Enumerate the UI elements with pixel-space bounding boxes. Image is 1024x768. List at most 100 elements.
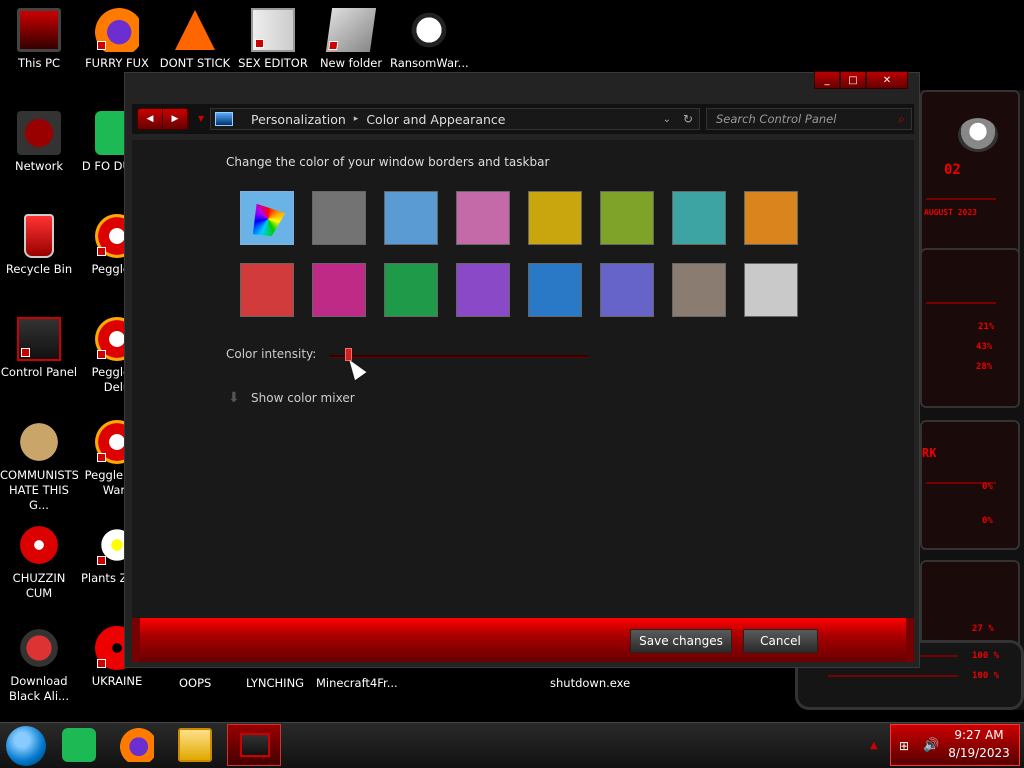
back-button[interactable]: ◀ [138,109,163,129]
icon-label: SEX EDITOR [238,56,308,70]
icon-label: Control Panel [0,365,78,379]
gadget-label: RK [922,446,937,460]
recent-pages-chevron-icon[interactable]: ▼ [198,114,204,123]
gadget-stat: 43% [976,342,993,352]
chevron-down-icon[interactable]: ⌄ [663,114,671,125]
desktop-icon-chuzzin[interactable]: CHUZZIN CUM [0,523,78,601]
taskbar-control-panel-button[interactable] [227,724,281,766]
color-swatch-teal[interactable] [672,191,726,245]
alienware-gadget: 02 AUGUST 2023 21% 43% 28% RK 0% 0% 27 % [918,90,1024,710]
icon-label: Download Black Ali... [9,674,69,703]
color-swatch-violet[interactable] [456,263,510,317]
icon-label: RansomWar... [390,56,468,70]
computer-icon [17,8,61,52]
icon-label: CHUZZIN CUM [12,571,66,600]
clock-time[interactable]: 9:27 AM [940,728,1018,742]
gadget-stat: 0% [982,516,993,526]
expand-arrow-icon: ⬇ [228,390,240,406]
color-swatch-red[interactable] [240,263,294,317]
breadcrumb-personalization[interactable]: Personalization [251,112,346,127]
volume-icon[interactable]: 🔊 [923,738,939,753]
gadget-day: 02 [944,162,961,178]
gadget-stat: 100 % [972,671,1000,681]
desktop-icon-recycle-bin[interactable]: Recycle Bin [0,214,78,277]
desktop-icon-this-pc[interactable]: This PC [0,8,78,71]
hex-editor-icon [251,8,295,52]
color-swatch-sky[interactable] [384,191,438,245]
desktop-icon-shutdown[interactable]: shutdown.exe [550,676,630,690]
clock-date[interactable]: 8/19/2023 [940,746,1018,760]
cancel-button[interactable]: Cancel [743,629,818,653]
recycle-bin-icon [17,214,61,258]
color-swatch-automatic[interactable] [240,191,294,245]
show-hidden-icons-icon[interactable]: ▲ [870,740,878,751]
color-swatch-green[interactable] [384,263,438,317]
desktop-icon-control-panel[interactable]: Control Panel [0,317,78,380]
network-tray-icon[interactable]: ⊞ [899,739,909,753]
show-color-mixer-toggle[interactable]: ⬇ Show color mixer [228,391,355,405]
desktop-icon-oops[interactable]: OOPS [179,676,211,690]
breadcrumb-separator-icon[interactable]: ▸ [354,114,359,124]
desktop-icon-download-black-ali[interactable]: Download Black Ali... [0,626,78,704]
forward-button[interactable]: ▶ [163,109,188,129]
desktop-icon-furry-fux[interactable]: FURRY FUX [78,8,156,71]
color-swatch-orange[interactable] [744,191,798,245]
refresh-icon[interactable]: ↻ [683,112,693,126]
desktop-icon-ransomware[interactable]: RansomWar... [390,8,468,71]
color-swatch-gold[interactable] [528,191,582,245]
color-swatch-gray[interactable] [312,191,366,245]
desktop-icon-communists[interactable]: COMMUNISTS HATE THIS G... [0,420,78,513]
minimize-button[interactable]: _ [814,71,840,89]
taskbar-app-green-icon[interactable] [62,728,96,762]
control-panel-icon [215,112,233,126]
desktop-icon-sex-editor[interactable]: SEX EDITOR [234,8,312,71]
color-swatch-taupe[interactable] [672,263,726,317]
breadcrumb-color-appearance[interactable]: Color and Appearance [366,112,505,127]
gadget-month: AUGUST 2023 [924,208,977,217]
icon-label: COMMUNISTS HATE THIS G... [0,468,78,512]
save-changes-button[interactable]: Save changes [630,629,732,653]
icon-label: DONT STICK [159,56,231,70]
color-swatch-silver[interactable] [744,263,798,317]
control-panel-icon [17,317,61,361]
gadget-stat: 21% [978,322,995,332]
gadget-stat: 27 % [972,624,994,634]
alien-head-icon [958,118,998,152]
network-icon [17,111,61,155]
color-swatch-magenta[interactable] [312,263,366,317]
icon-label: FURRY FUX [85,56,149,70]
window-controls: _ □ ✕ [814,71,908,89]
color-swatch-periwinkle[interactable] [600,263,654,317]
address-bar[interactable]: Personalization ▸ Color and Appearance ⌄… [210,108,700,130]
chuzzle-icon [17,523,61,567]
gadget-stat: 100 % [972,651,1000,661]
gadget-stat: 0% [982,482,993,492]
vlc-icon [173,8,217,52]
color-swatch-lime[interactable] [600,191,654,245]
desktop-icon-dont-stick[interactable]: DONT STICK [156,8,234,71]
alien-icon [17,626,61,670]
color-intensity-slider[interactable] [330,355,588,358]
start-button[interactable] [6,726,46,766]
maximize-button[interactable]: □ [840,71,866,89]
nav-buttons: ◀ ▶ [137,108,189,130]
icon-label: Network [14,159,64,173]
search-icon[interactable]: ⌕ [898,112,905,127]
icon-label: Recycle Bin [5,262,73,276]
money-bag-icon [17,420,61,464]
desktop-icon-minecraft[interactable]: Minecraft4Fr... [316,676,398,690]
search-input[interactable]: Search Control Panel ⌕ [706,108,912,130]
color-swatch-pink[interactable] [456,191,510,245]
show-color-mixer-label: Show color mixer [251,391,355,405]
color-intensity-label: Color intensity: [226,347,317,361]
desktop-icon-lynching[interactable]: LYNCHING [246,676,304,690]
icon-label: New folder [319,56,383,70]
color-swatch-blue[interactable] [528,263,582,317]
page-heading: Change the color of your window borders … [226,155,550,169]
desktop-icon-network[interactable]: Network [0,111,78,174]
folder-icon [325,8,377,52]
desktop-icon-new-folder[interactable]: New folder [312,8,390,71]
close-button[interactable]: ✕ [866,71,908,89]
taskbar-file-explorer-icon[interactable] [178,728,212,762]
taskbar-firefox-icon[interactable] [120,728,154,762]
